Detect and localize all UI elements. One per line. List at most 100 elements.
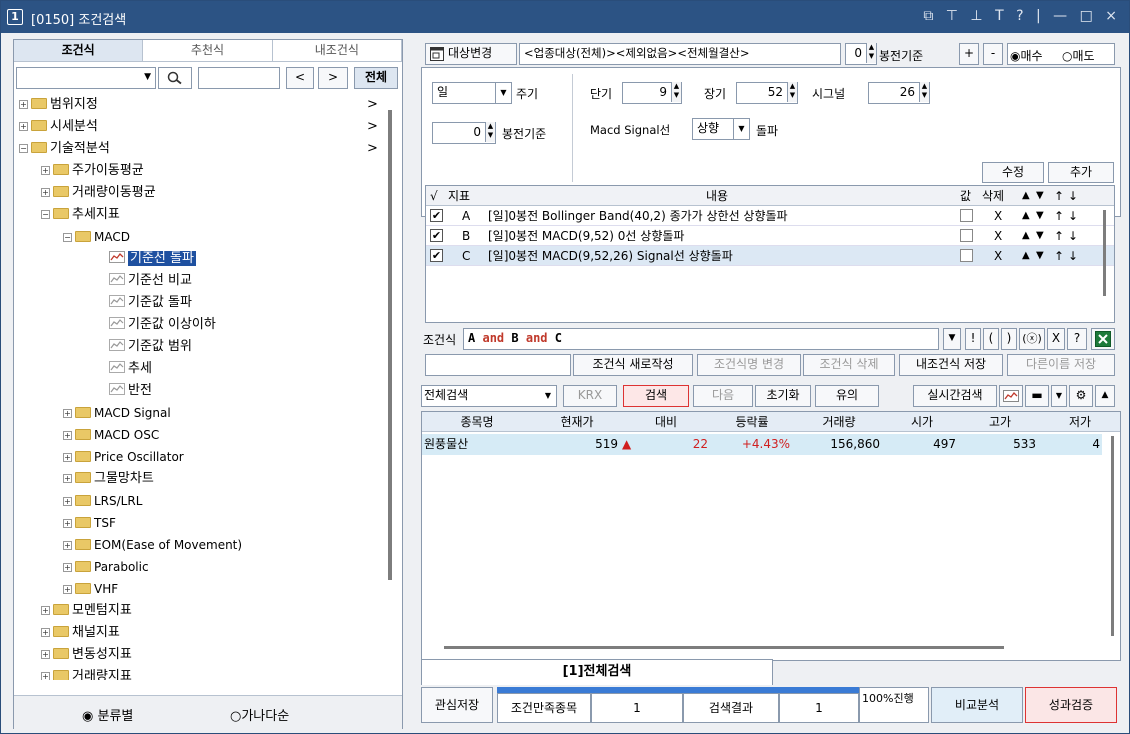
tree-leaf[interactable]: 반전 [109, 380, 152, 402]
tree-item[interactable]: + 거래량지표 [41, 666, 132, 680]
save-as-button[interactable]: 다른이름 저장 [1007, 354, 1115, 376]
spinner-icon[interactable]: ▲ ▼ [787, 82, 797, 102]
expand-icon[interactable]: + [63, 519, 72, 528]
excel-button[interactable] [1091, 328, 1115, 350]
tree-item[interactable]: +범위지정> [19, 94, 98, 116]
condition-row-selected[interactable]: ✔ C [일]0봉전 MACD(9,52,26) Signal선 상향돌파 X … [426, 246, 1114, 266]
move-up-icon[interactable]: ▲ [1022, 206, 1030, 226]
signal-input[interactable]: 26 ▲ ▼ [868, 82, 930, 104]
new-condition-button[interactable]: 조건식 새로작성 [573, 354, 693, 376]
expand-icon[interactable]: + [63, 585, 72, 594]
expand-icon[interactable]: + [41, 650, 50, 659]
save-my-condition-button[interactable]: 내조건식 저장 [899, 354, 1003, 376]
collapse-icon[interactable]: − [41, 210, 50, 219]
bong-offset-input[interactable]: 0 ▲ ▼ [845, 43, 877, 65]
menu-dropdown-button[interactable]: ▼ [1051, 385, 1067, 407]
op-group-button[interactable]: (ⓧ) [1019, 328, 1045, 350]
krx-button[interactable]: KRX [563, 385, 617, 407]
delete-condition-button[interactable]: 조건식 삭제 [803, 354, 895, 376]
all-button[interactable]: 전체 [354, 67, 398, 89]
move-bottom-icon[interactable]: ↓ [1068, 246, 1078, 266]
tab-my-condition[interactable]: 내조건식 [272, 40, 402, 62]
target-display[interactable]: <업종대상(전체)><제외없음><전체월결산> [519, 43, 841, 65]
expand-icon[interactable]: + [19, 100, 28, 109]
move-up-icon[interactable]: ▲ [1022, 246, 1030, 266]
spinner-icon[interactable]: ▲ ▼ [485, 122, 495, 142]
realtime-search-button[interactable]: 실시간검색 [913, 385, 997, 407]
minus-button[interactable]: - [983, 43, 1003, 65]
expand-icon[interactable]: + [63, 409, 72, 418]
radio-category[interactable]: ◉ 분류별 [82, 705, 133, 724]
move-bottom-icon[interactable]: ↓ [1068, 206, 1078, 226]
compare-analysis-button[interactable]: 비교분석 [931, 687, 1023, 723]
tree-item[interactable]: + MACD OSC [63, 424, 159, 446]
tree-item[interactable]: + 시세분석 [19, 116, 98, 138]
op-close-paren-button[interactable]: ) [1001, 328, 1017, 350]
tree-leaf[interactable]: 기준값 범위 [109, 336, 192, 358]
row-checkbox[interactable]: ✔ [430, 209, 443, 222]
bong-input[interactable]: 0 ▲ ▼ [432, 122, 496, 144]
plus-button[interactable]: + [959, 43, 979, 65]
tree-item[interactable]: + Parabolic [63, 556, 149, 578]
move-top-icon[interactable]: ↑ [1054, 246, 1064, 266]
watch-save-button[interactable]: 관심저장 [421, 687, 493, 723]
delete-button[interactable]: X [994, 226, 1002, 246]
expand-icon[interactable]: + [41, 166, 50, 175]
tree-leaf[interactable]: 기준선 비교 [109, 270, 192, 292]
tree-item[interactable]: + TSF [63, 512, 116, 534]
tree-item[interactable]: + 채널지표 [41, 622, 120, 644]
result-row[interactable]: 원풍물산 519 ▲ 22 +4.43% 156,860 497 533 4 [422, 434, 1102, 455]
move-up-icon[interactable]: ▲ [1022, 226, 1030, 246]
direction-select[interactable]: 상향 ▼ [692, 118, 750, 140]
prev-button[interactable]: < [286, 67, 314, 89]
op-open-paren-button[interactable]: ( [983, 328, 999, 350]
row-checkbox[interactable]: ✔ [430, 249, 443, 262]
expand-icon[interactable]: + [19, 122, 28, 131]
move-down-icon[interactable]: ▼ [1036, 206, 1044, 226]
tree-leaf[interactable]: 추세 [109, 358, 152, 380]
expand-icon[interactable]: + [41, 606, 50, 615]
caution-button[interactable]: 유의 [815, 385, 879, 407]
condition-row[interactable]: ✔ B [일]0봉전 MACD(9,52) 0선 상향돌파 X ▲ ▼ ↑ ↓ [426, 226, 1114, 246]
value-checkbox[interactable] [960, 249, 973, 262]
tree-item[interactable]: + MACD Signal [63, 402, 171, 424]
move-top-icon[interactable]: ↑ [1054, 226, 1064, 246]
search-exec-button[interactable]: 검색 [623, 385, 689, 407]
result-v-scrollbar[interactable] [1111, 436, 1114, 636]
value-checkbox[interactable] [960, 229, 973, 242]
search-input[interactable] [198, 67, 280, 89]
op-help-button[interactable]: ? [1067, 328, 1087, 350]
expand-icon[interactable]: + [63, 453, 72, 462]
expand-icon[interactable]: + [41, 672, 50, 680]
tree-scrollbar[interactable] [388, 110, 392, 580]
add-button[interactable]: 추가 [1048, 162, 1114, 183]
rename-condition-button[interactable]: 조건식명 변경 [697, 354, 801, 376]
tree-leaf-selected[interactable]: 기준선 돌파 [109, 248, 196, 270]
expand-icon[interactable]: + [63, 474, 72, 483]
radio-buy[interactable]: ◉매수 [1010, 47, 1043, 64]
tree-item[interactable]: − MACD [63, 226, 130, 248]
period-select[interactable]: 일 ▼ [432, 82, 512, 104]
tree-item[interactable]: + 변동성지표 [41, 644, 132, 666]
expand-icon[interactable]: + [41, 628, 50, 637]
reset-button[interactable]: 초기화 [755, 385, 811, 407]
tree-item[interactable]: − 추세지표 [41, 204, 120, 226]
tree-item[interactable]: + VHF [63, 578, 118, 600]
op-x-button[interactable]: X [1047, 328, 1065, 350]
tab-condition[interactable]: 조건식 [14, 40, 144, 62]
spinner-icon[interactable]: ▲ ▼ [671, 82, 681, 102]
tree-item[interactable]: + 그물망차트 [63, 468, 154, 490]
search-button[interactable] [158, 67, 192, 89]
tree-item[interactable]: + 주가이동평균 [41, 160, 144, 182]
grid-scrollbar[interactable] [1103, 210, 1106, 296]
expand-icon[interactable]: + [63, 497, 72, 506]
tree-leaf[interactable]: 기준값 이상이하 [109, 314, 216, 336]
expand-icon[interactable]: + [63, 431, 72, 440]
chart-button[interactable] [999, 385, 1023, 407]
expand-icon[interactable]: + [41, 188, 50, 197]
condition-row[interactable]: ✔ A [일]0봉전 Bollinger Band(40,2) 종가가 상한선 … [426, 206, 1114, 226]
collapse-icon[interactable]: − [63, 233, 72, 242]
tree-item[interactable]: + Price Oscillator [63, 446, 184, 468]
move-down-icon[interactable]: ▼ [1036, 226, 1044, 246]
spinner-icon[interactable]: ▲ ▼ [866, 43, 876, 63]
